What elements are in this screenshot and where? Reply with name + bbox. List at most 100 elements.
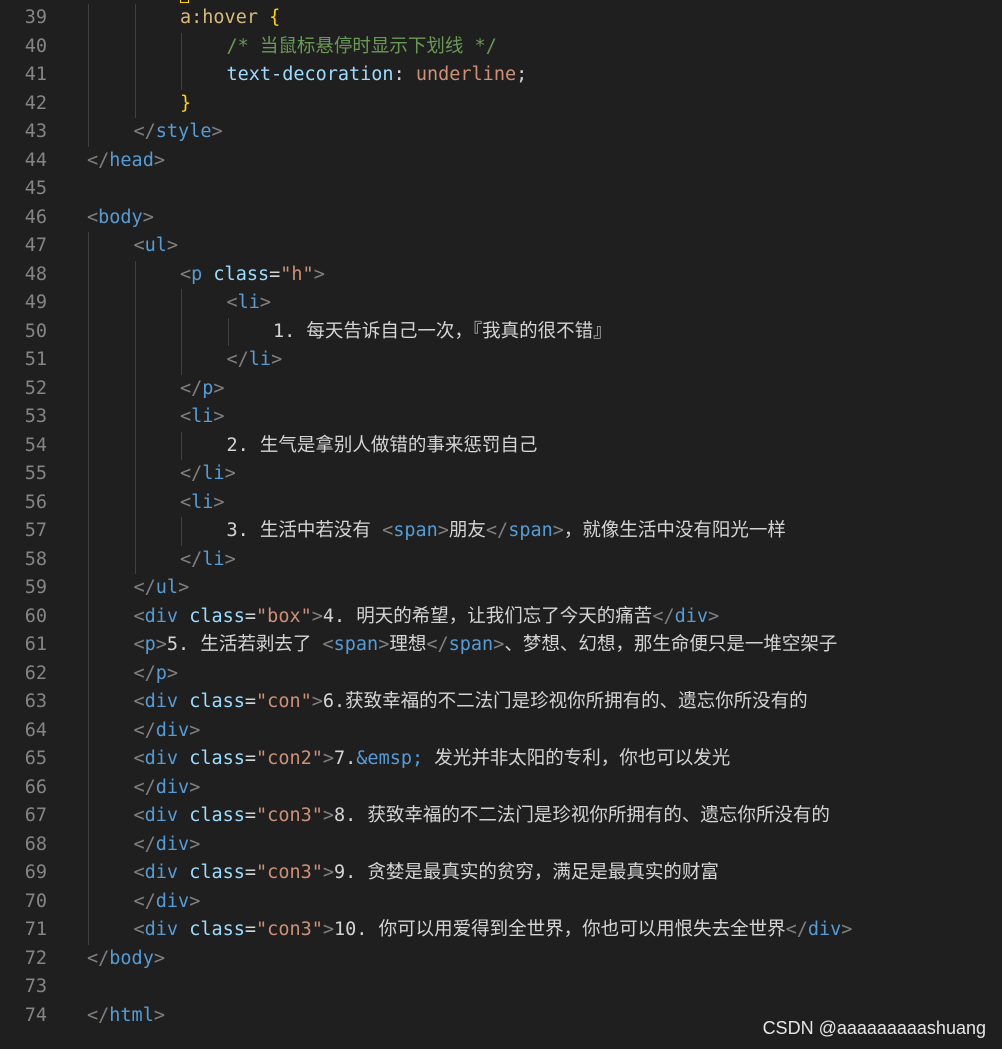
code-token: 6.获致幸福的不二法门是珍视你所拥有的、遗忘你所没有的: [322, 691, 808, 712]
code-line[interactable]: 62 </p>: [0, 659, 1002, 689]
code-token: a:hover: [180, 7, 270, 28]
code-line[interactable]: 61 <p>5. 生活若剥去了 <span>理想</span>、梦想、幻想，那生命…: [0, 631, 1002, 660]
code-token: ul: [144, 235, 167, 256]
code-line[interactable]: 52 </p>: [0, 374, 1002, 403]
indent-guide: [134, 4, 136, 33]
code-line[interactable]: 67 <div class="con3">8. 获致幸福的不二法门是珍视你所拥有的…: [0, 802, 1002, 831]
code-line[interactable]: 47 <ul>: [0, 232, 1002, 261]
line-number: 61: [24, 634, 47, 655]
code-token: >: [841, 919, 853, 940]
code-text: </div>: [134, 831, 201, 860]
code-line[interactable]: 73: [0, 973, 1002, 1002]
code-token: &emsp;: [356, 748, 424, 769]
line-number: 63: [24, 691, 47, 712]
code-text: </div>: [134, 888, 201, 917]
indent-guide: [181, 32, 182, 61]
code-token: >: [153, 149, 165, 171]
code-line[interactable]: 65 <div class="con2">7.&emsp; 发光并非太阳的专利，你…: [0, 745, 1002, 774]
line-number: 70: [24, 890, 47, 912]
code-line[interactable]: 44 </head>: [0, 147, 1002, 176]
line-number: 49: [24, 292, 47, 313]
line-number: 58: [24, 548, 47, 570]
code-line[interactable]: 72 </body>: [0, 945, 1002, 974]
code-text: </p>: [134, 660, 179, 689]
line-number: 44: [24, 149, 47, 171]
code-line[interactable]: 45: [0, 175, 1002, 204]
code-line[interactable]: 64 </div>: [0, 716, 1002, 745]
line-number: 51: [24, 349, 47, 370]
line-number: 50: [24, 320, 47, 342]
code-line[interactable]: 56 <li>: [0, 488, 1002, 517]
code-token: 9. 贪婪是最真实的贫穷，满足是最真实的财富: [334, 862, 719, 883]
code-line[interactable]: 58 </li>: [0, 545, 1002, 574]
code-token: ;: [516, 64, 528, 85]
code-line[interactable]: 71 <div class="con3">10. 你可以用爱得到全世界，你也可以用…: [0, 916, 1002, 945]
code-text: <ul>: [134, 232, 179, 261]
code-token: /* 当鼠标悬停时显示下划线 */: [226, 35, 497, 57]
code-line[interactable]: 41 text-decoration: underline;: [0, 61, 1002, 90]
code-line[interactable]: 57 3. 生活中若没有 <span>朋友</span>，就像生活中没有阳光一样: [0, 517, 1002, 546]
code-token: }: [180, 92, 192, 114]
code-token: >: [153, 947, 165, 969]
code-text: <div class="con">6.获致幸福的不二法门是珍视你所拥有的、遗忘你…: [134, 688, 808, 717]
code-line[interactable]: 40 /* 当鼠标悬停时显示下划线 */: [0, 32, 1002, 61]
code-token: >: [211, 121, 223, 142]
code-editor[interactable]: 39 a:hover {40/* 当鼠标悬停时显示下划线 */41 text-dec…: [0, 4, 1002, 1030]
indent-guide: [88, 4, 89, 33]
code-token: underline: [415, 64, 517, 85]
code-line[interactable]: 70 </div>: [0, 887, 1002, 917]
indent-guide: [134, 403, 136, 432]
code-line[interactable]: 51 </li>: [0, 346, 1002, 375]
code-token: >: [313, 263, 325, 285]
code-line[interactable]: 68 </div>: [0, 830, 1002, 860]
indent-guide: [88, 289, 89, 318]
code-line[interactable]: 55 </li>: [0, 460, 1002, 489]
code-text: <div class="con3">10. 你可以用爱得到全世界，你也可以用恨失…: [134, 916, 853, 945]
code-token: "con": [256, 691, 312, 712]
code-text: </ul>: [134, 574, 190, 603]
line-number: 54: [24, 434, 47, 456]
indent-guide: [88, 887, 89, 916]
code-token: </: [87, 947, 110, 969]
indent-guide: [88, 574, 89, 603]
code-token: <: [180, 263, 192, 285]
code-token: =: [244, 748, 257, 769]
code-token: </: [133, 121, 156, 142]
indent-guide: [134, 317, 136, 346]
line-number: 53: [24, 406, 47, 427]
code-line[interactable]: 63 <div class="con">6.获致幸福的不二法门是珍视你所拥有的、遗…: [0, 688, 1002, 717]
code-line[interactable]: 42}: [0, 89, 1002, 118]
line-number: 42: [24, 92, 47, 114]
indent-guide: [134, 488, 136, 517]
code-line[interactable]: 66 </div>: [0, 773, 1002, 802]
code-line[interactable]: 53 <li>: [0, 403, 1002, 432]
indent-guide: [227, 317, 229, 346]
code-line[interactable]: 60 <div class="box">4. 明天的希望，让我们忘了今天的痛苦</…: [0, 602, 1002, 631]
code-line[interactable]: 54 2. 生气是拿别人做错的事来惩罚自己: [0, 431, 1002, 460]
code-line[interactable]: 46 <body>: [0, 204, 1002, 233]
code-token: div: [674, 605, 709, 627]
code-line[interactable]: 48 <p class="h">: [0, 260, 1002, 289]
code-token: >: [153, 1004, 165, 1026]
line-number: 46: [24, 206, 47, 228]
indent-guide: [88, 631, 89, 660]
code-token: p: [155, 662, 167, 684]
line-number: 64: [24, 719, 47, 741]
code-token: li: [237, 292, 260, 313]
line-number: 59: [24, 577, 47, 598]
code-line[interactable]: 50 1. 每天告诉自己一次，『我真的很不错』: [0, 317, 1002, 346]
line-number: 71: [24, 919, 47, 940]
code-token: class: [189, 862, 245, 883]
code-line[interactable]: 39 a:hover {: [0, 4, 1002, 33]
indent-guide: [88, 602, 89, 631]
code-token: class: [189, 691, 245, 712]
code-token: <: [180, 491, 192, 513]
code-token: 2. 生气是拿别人做错的事来惩罚自己: [226, 434, 538, 456]
code-line[interactable]: 59 </ul>: [0, 574, 1002, 603]
code-line[interactable]: 43 </style>: [0, 118, 1002, 147]
code-token: >: [437, 520, 449, 541]
code-line[interactable]: 69 <div class="con3">9. 贪婪是最真实的贫穷，满足是最真实的…: [0, 859, 1002, 888]
code-token: >: [311, 691, 323, 712]
code-line[interactable]: 49 <li>: [0, 289, 1002, 318]
